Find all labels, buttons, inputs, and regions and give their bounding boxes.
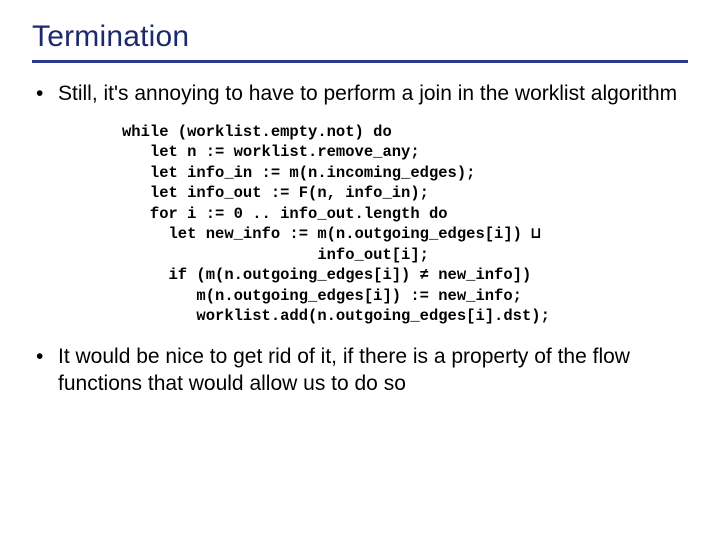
bullet-list: It would be nice to get rid of it, if th… — [32, 344, 688, 398]
bullet-item: Still, it's annoying to have to perform … — [32, 81, 688, 108]
code-block: while (worklist.empty.not) do let n := w… — [122, 122, 688, 327]
bullet-list: Still, it's annoying to have to perform … — [32, 81, 688, 108]
slide-title: Termination — [32, 20, 688, 54]
title-rule — [32, 60, 688, 63]
bullet-item: It would be nice to get rid of it, if th… — [32, 344, 688, 398]
slide: Termination Still, it's annoying to have… — [0, 0, 720, 540]
